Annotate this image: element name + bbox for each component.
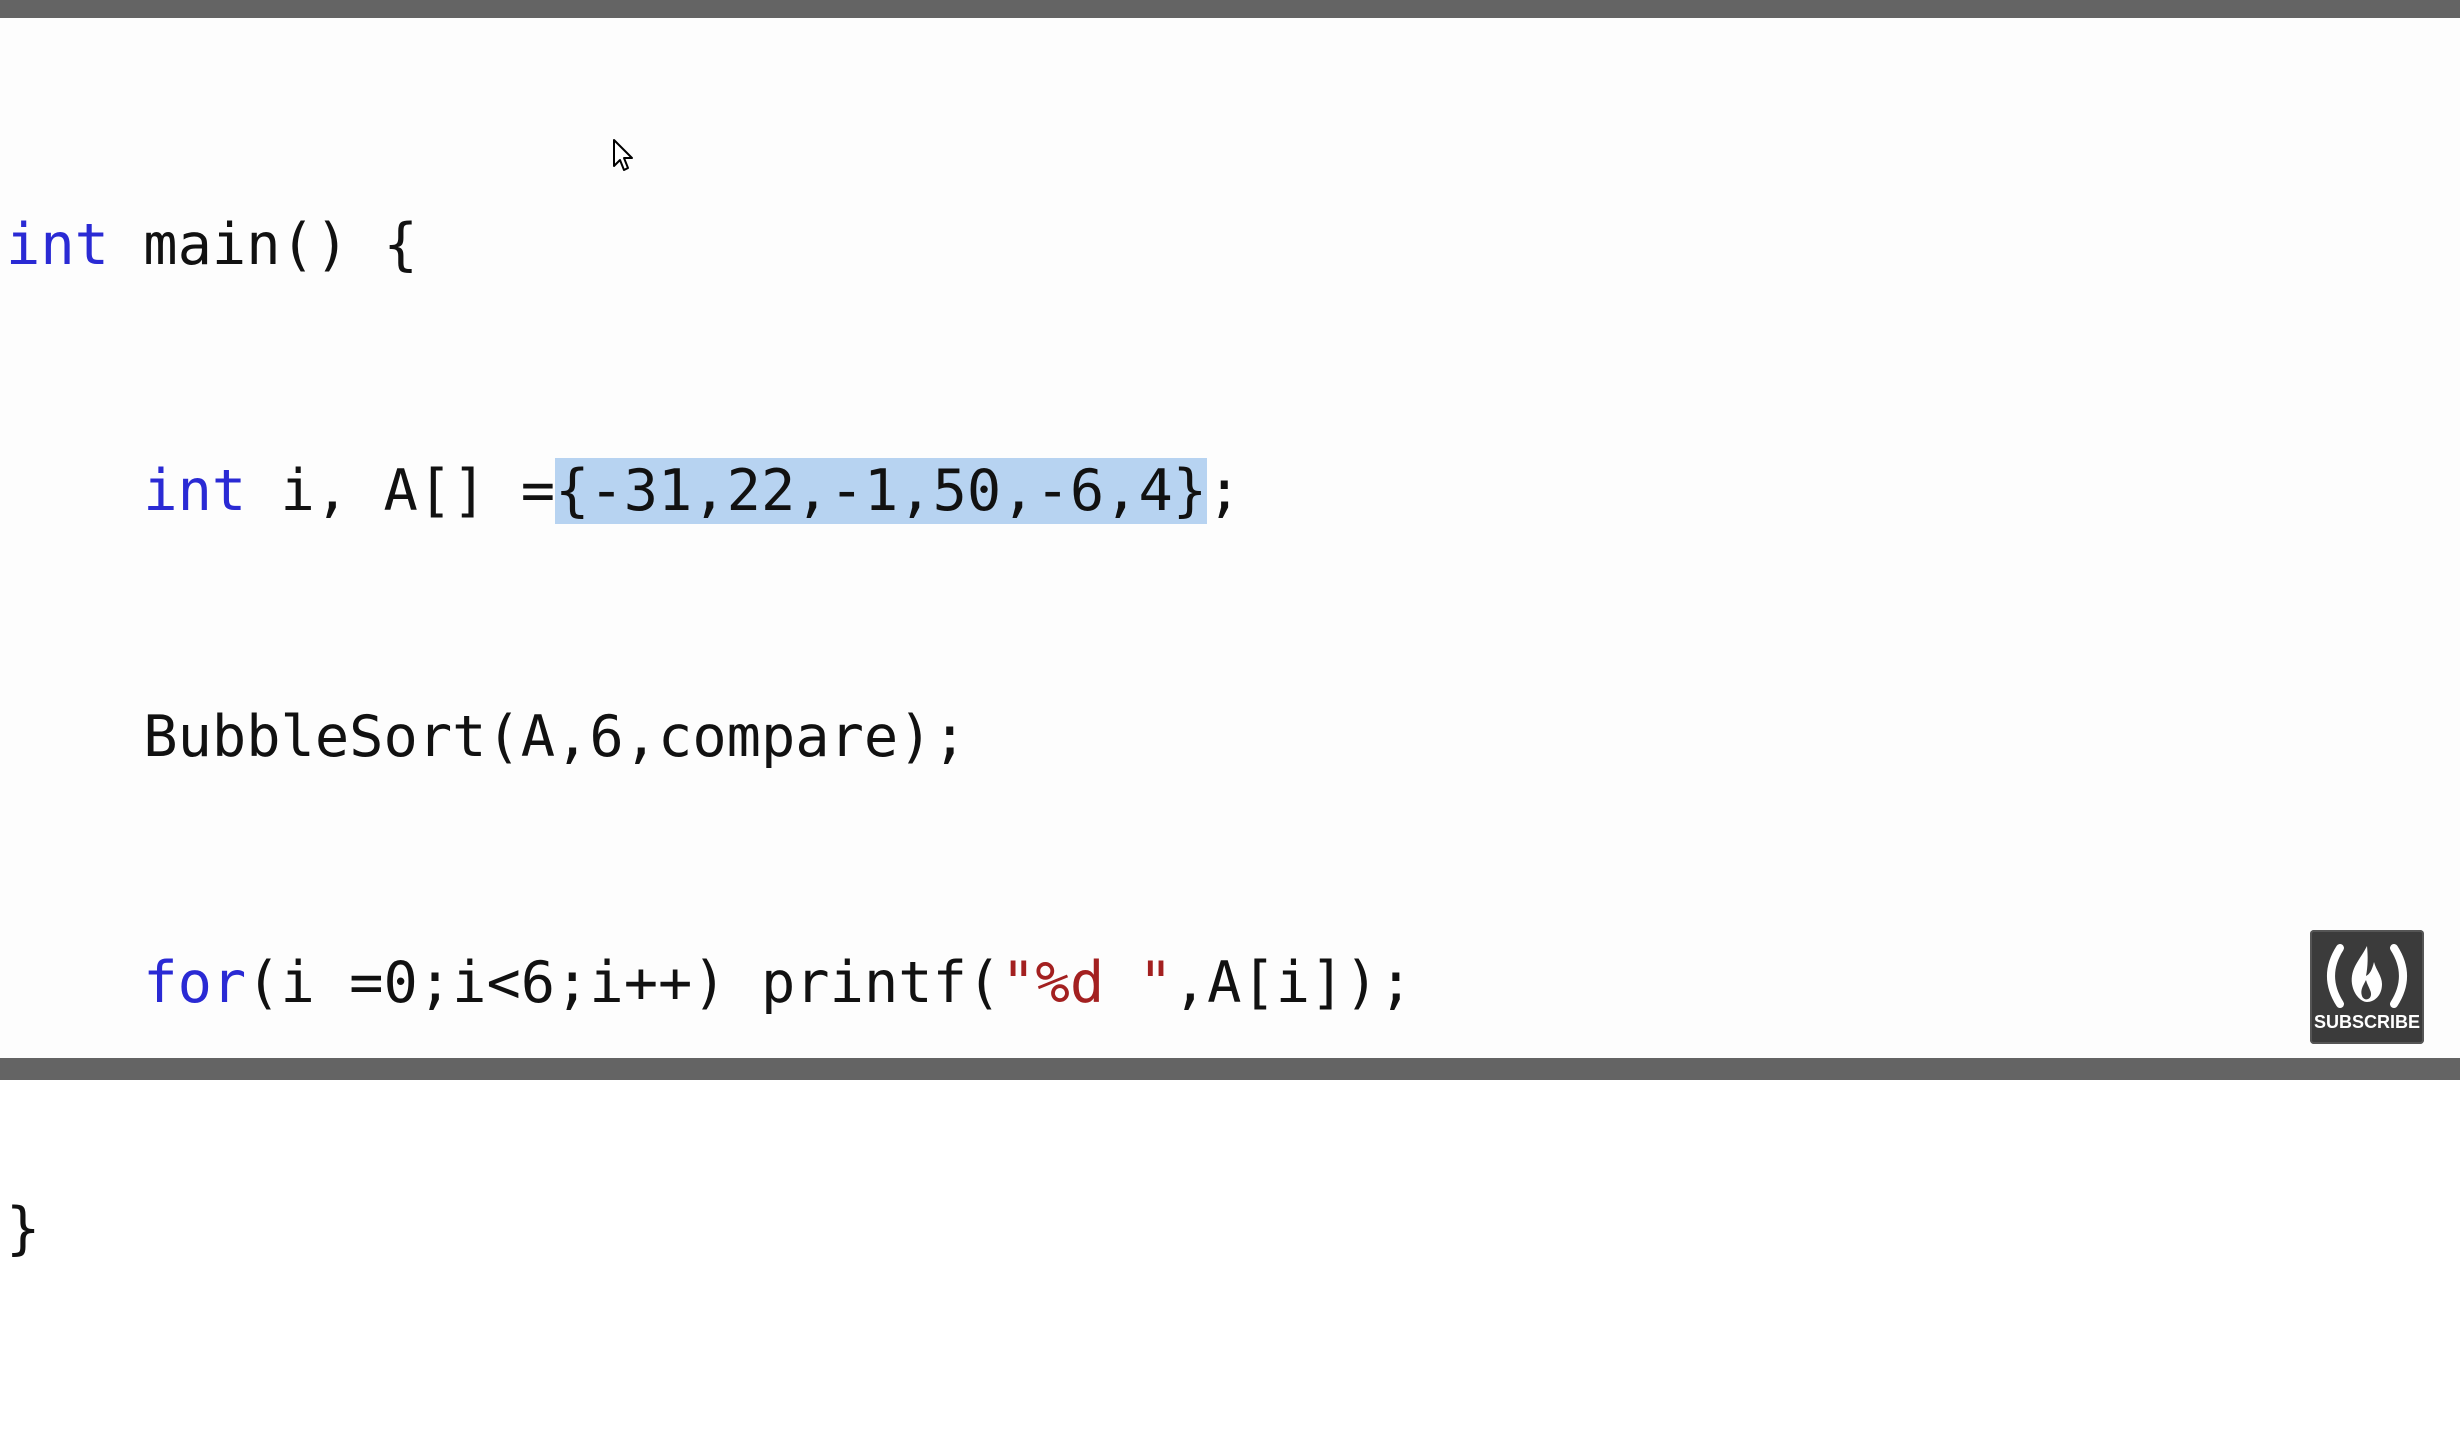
top-frame-bar: [0, 0, 2460, 18]
code-line-4: for(i =0;i<6;i++) printf("%d ",A[i]);: [6, 942, 1413, 1024]
selected-text[interactable]: {-31,22,-1,50,-6,4}: [555, 458, 1208, 524]
subscribe-button[interactable]: SUBSCRIBE: [2310, 930, 2424, 1044]
subscribe-label: SUBSCRIBE: [2313, 1012, 2420, 1032]
code-text: }: [6, 1196, 41, 1262]
bottom-frame-bar: [0, 1058, 2460, 1080]
code-line-5: }: [6, 1188, 1413, 1270]
code-text: ,A[i]);: [1172, 950, 1414, 1016]
code-text: i, A[] =: [246, 458, 556, 524]
code-block: int main() { int i, A[] ={-31,22,-1,50,-…: [6, 40, 1413, 1434]
freecodecamp-flame-icon: [2327, 944, 2407, 1008]
keyword: int: [6, 212, 109, 278]
code-line-3: BubbleSort(A,6,compare);: [6, 696, 1413, 778]
keyword: int: [143, 458, 247, 524]
string-literal: "%d ": [1001, 950, 1173, 1016]
code-text: (i =0;i<6;i++) printf(: [246, 950, 1002, 1016]
code-line-2: int i, A[] ={-31,22,-1,50,-6,4};: [6, 450, 1413, 532]
code-editor[interactable]: int main() { int i, A[] ={-31,22,-1,50,-…: [0, 18, 2460, 1262]
code-line-1: int main() {: [6, 204, 1413, 286]
code-text: main() {: [108, 212, 418, 278]
code-text: ;: [1207, 458, 1242, 524]
mouse-cursor-icon: [613, 139, 633, 171]
keyword: for: [143, 950, 247, 1016]
code-text: BubbleSort(A,6,compare);: [143, 704, 967, 770]
